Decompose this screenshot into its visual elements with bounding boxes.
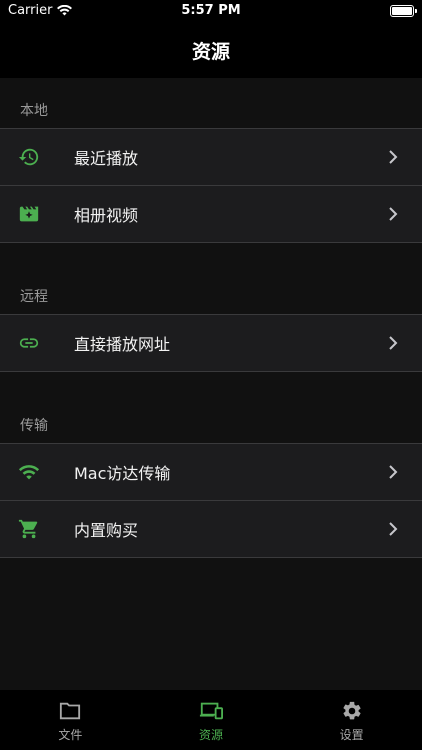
section-header-remote: 远程: [20, 289, 48, 305]
link-icon: [18, 332, 40, 354]
tab-files[interactable]: 文件: [0, 690, 141, 750]
chevron-right-icon: [386, 522, 400, 536]
row-in-app-purchase[interactable]: 内置购买: [0, 501, 422, 558]
row-label: 直接播放网址: [74, 335, 171, 354]
group-transfer: Mac访达传输 内置购买: [0, 443, 422, 558]
cart-icon: [18, 518, 40, 540]
gear-icon: [340, 700, 364, 722]
chevron-right-icon: [386, 465, 400, 479]
clock: 5:57 PM: [181, 3, 241, 18]
tab-label: 资源: [199, 728, 224, 742]
devices-icon: [199, 700, 223, 722]
chevron-right-icon: [386, 150, 400, 164]
wifi-icon: [18, 461, 40, 483]
row-album-videos[interactable]: 相册视频: [0, 186, 422, 243]
tab-resources[interactable]: 资源: [141, 690, 282, 750]
folder-icon: [58, 700, 82, 722]
tab-bar: 文件 资源 设置: [0, 690, 422, 750]
chevron-right-icon: [386, 336, 400, 350]
resource-list: 本地 最近播放 相册视频 远程 直接播放网址 传输 Mac访达传输 内置购买: [0, 78, 422, 690]
battery-icon: [390, 5, 417, 17]
navigation-bar: 资源: [0, 22, 422, 78]
tab-label: 文件: [58, 728, 83, 742]
row-recent-play[interactable]: 最近播放: [0, 129, 422, 186]
group-local: 最近播放 相册视频: [0, 128, 422, 243]
page-title: 资源: [191, 40, 230, 63]
row-label: Mac访达传输: [74, 464, 171, 483]
group-remote: 直接播放网址: [0, 314, 422, 372]
tab-settings[interactable]: 设置: [281, 690, 422, 750]
row-label: 相册视频: [74, 206, 139, 225]
row-label: 内置购买: [74, 521, 139, 540]
history-icon: [18, 146, 40, 168]
row-mac-finder-transfer[interactable]: Mac访达传输: [0, 444, 422, 501]
movie-icon: [18, 203, 40, 225]
row-label: 最近播放: [74, 149, 139, 168]
row-direct-url[interactable]: 直接播放网址: [0, 315, 422, 372]
chevron-right-icon: [386, 207, 400, 221]
tab-label: 设置: [339, 728, 364, 742]
section-header-transfer: 传输: [20, 418, 48, 434]
section-header-local: 本地: [20, 103, 48, 119]
status-bar: Carrier 5:57 PM: [0, 0, 422, 22]
